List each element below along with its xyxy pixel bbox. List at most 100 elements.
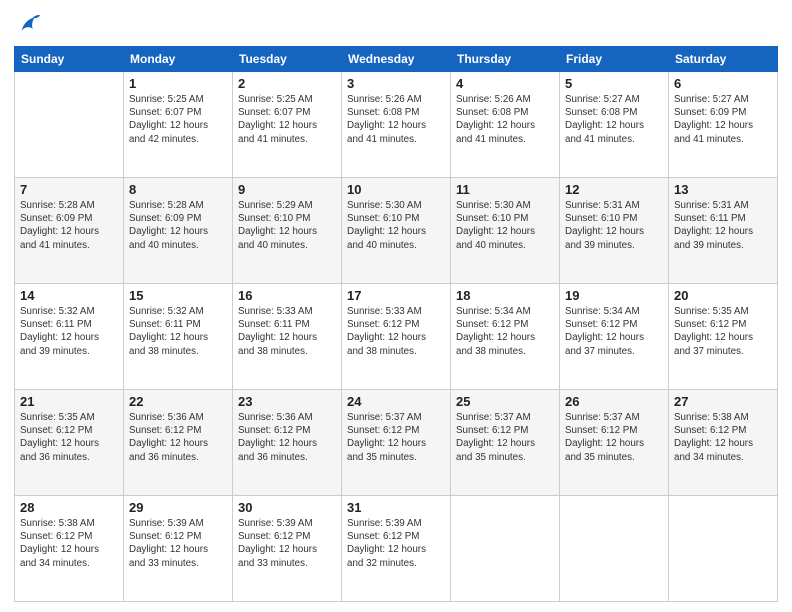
- calendar-cell: 28 Sunrise: 5:38 AM Sunset: 6:12 PM Dayli…: [15, 496, 124, 602]
- day-info: Sunrise: 5:27 AM Sunset: 6:09 PM Dayligh…: [674, 93, 772, 146]
- page: SundayMondayTuesdayWednesdayThursdayFrid…: [0, 0, 792, 612]
- calendar-header: SundayMondayTuesdayWednesdayThursdayFrid…: [15, 47, 778, 72]
- day-info: Sunrise: 5:31 AM Sunset: 6:11 PM Dayligh…: [674, 199, 772, 252]
- day-info: Sunrise: 5:33 AM Sunset: 6:12 PM Dayligh…: [347, 305, 445, 358]
- day-info: Sunrise: 5:37 AM Sunset: 6:12 PM Dayligh…: [347, 411, 445, 464]
- weekday-header-thursday: Thursday: [451, 47, 560, 72]
- calendar-cell: 6 Sunrise: 5:27 AM Sunset: 6:09 PM Daylig…: [669, 72, 778, 178]
- day-info: Sunrise: 5:39 AM Sunset: 6:12 PM Dayligh…: [238, 517, 336, 570]
- day-info: Sunrise: 5:29 AM Sunset: 6:10 PM Dayligh…: [238, 199, 336, 252]
- day-info: Sunrise: 5:38 AM Sunset: 6:12 PM Dayligh…: [674, 411, 772, 464]
- header: [14, 10, 778, 38]
- day-number: 19: [565, 288, 663, 303]
- logo: [14, 10, 46, 38]
- calendar-cell: 24 Sunrise: 5:37 AM Sunset: 6:12 PM Dayli…: [342, 390, 451, 496]
- calendar-cell: 4 Sunrise: 5:26 AM Sunset: 6:08 PM Daylig…: [451, 72, 560, 178]
- calendar-cell: 8 Sunrise: 5:28 AM Sunset: 6:09 PM Daylig…: [124, 178, 233, 284]
- day-info: Sunrise: 5:25 AM Sunset: 6:07 PM Dayligh…: [129, 93, 227, 146]
- calendar-cell: 12Sunrise: 5:31 AM Sunset: 6:10 PM Dayli…: [560, 178, 669, 284]
- day-number: 25: [456, 394, 554, 409]
- weekday-header-wednesday: Wednesday: [342, 47, 451, 72]
- calendar-cell: 17 Sunrise: 5:33 AM Sunset: 6:12 PM Dayli…: [342, 284, 451, 390]
- calendar-table: SundayMondayTuesdayWednesdayThursdayFrid…: [14, 46, 778, 602]
- day-number: 1: [129, 76, 227, 91]
- day-number: 26: [565, 394, 663, 409]
- day-number: 13: [674, 182, 772, 197]
- day-info: Sunrise: 5:35 AM Sunset: 6:12 PM Dayligh…: [674, 305, 772, 358]
- day-info: Sunrise: 5:34 AM Sunset: 6:12 PM Dayligh…: [565, 305, 663, 358]
- day-number: 31: [347, 500, 445, 515]
- day-number: 24: [347, 394, 445, 409]
- calendar-cell: 25 Sunrise: 5:37 AM Sunset: 6:12 PM Dayli…: [451, 390, 560, 496]
- day-number: 17: [347, 288, 445, 303]
- calendar-cell: 9Sunrise: 5:29 AM Sunset: 6:10 PM Daylig…: [233, 178, 342, 284]
- weekday-header-sunday: Sunday: [15, 47, 124, 72]
- day-number: 6: [674, 76, 772, 91]
- calendar-cell: [560, 496, 669, 602]
- day-number: 29: [129, 500, 227, 515]
- day-number: 23: [238, 394, 336, 409]
- calendar-cell: 26 Sunrise: 5:37 AM Sunset: 6:12 PM Dayli…: [560, 390, 669, 496]
- day-number: 8: [129, 182, 227, 197]
- day-number: 16: [238, 288, 336, 303]
- calendar-cell: 14 Sunrise: 5:32 AM Sunset: 6:11 PM Dayli…: [15, 284, 124, 390]
- calendar-cell: 7Sunrise: 5:28 AM Sunset: 6:09 PM Daylig…: [15, 178, 124, 284]
- weekday-header-saturday: Saturday: [669, 47, 778, 72]
- calendar-cell: [669, 496, 778, 602]
- day-number: 18: [456, 288, 554, 303]
- calendar-cell: 15Sunrise: 5:32 AM Sunset: 6:11 PM Dayli…: [124, 284, 233, 390]
- calendar-week-row: 28 Sunrise: 5:38 AM Sunset: 6:12 PM Dayli…: [15, 496, 778, 602]
- calendar-cell: 16 Sunrise: 5:33 AM Sunset: 6:11 PM Dayli…: [233, 284, 342, 390]
- calendar-cell: 1 Sunrise: 5:25 AM Sunset: 6:07 PM Daylig…: [124, 72, 233, 178]
- day-number: 20: [674, 288, 772, 303]
- day-number: 12: [565, 182, 663, 197]
- day-info: Sunrise: 5:36 AM Sunset: 6:12 PM Dayligh…: [129, 411, 227, 464]
- calendar-cell: 30 Sunrise: 5:39 AM Sunset: 6:12 PM Dayli…: [233, 496, 342, 602]
- calendar-cell: 10 Sunrise: 5:30 AM Sunset: 6:10 PM Dayli…: [342, 178, 451, 284]
- day-info: Sunrise: 5:33 AM Sunset: 6:11 PM Dayligh…: [238, 305, 336, 358]
- day-number: 4: [456, 76, 554, 91]
- calendar-cell: 20 Sunrise: 5:35 AM Sunset: 6:12 PM Dayli…: [669, 284, 778, 390]
- day-number: 14: [20, 288, 118, 303]
- day-number: 3: [347, 76, 445, 91]
- day-info: Sunrise: 5:34 AM Sunset: 6:12 PM Dayligh…: [456, 305, 554, 358]
- calendar-week-row: 14 Sunrise: 5:32 AM Sunset: 6:11 PM Dayli…: [15, 284, 778, 390]
- calendar-body: 1 Sunrise: 5:25 AM Sunset: 6:07 PM Daylig…: [15, 72, 778, 602]
- calendar-cell: [15, 72, 124, 178]
- day-number: 15: [129, 288, 227, 303]
- day-info: Sunrise: 5:39 AM Sunset: 6:12 PM Dayligh…: [129, 517, 227, 570]
- day-info: Sunrise: 5:37 AM Sunset: 6:12 PM Dayligh…: [565, 411, 663, 464]
- calendar-week-row: 21Sunrise: 5:35 AM Sunset: 6:12 PM Dayli…: [15, 390, 778, 496]
- day-info: Sunrise: 5:38 AM Sunset: 6:12 PM Dayligh…: [20, 517, 118, 570]
- day-number: 21: [20, 394, 118, 409]
- day-info: Sunrise: 5:32 AM Sunset: 6:11 PM Dayligh…: [20, 305, 118, 358]
- day-info: Sunrise: 5:26 AM Sunset: 6:08 PM Dayligh…: [347, 93, 445, 146]
- calendar-cell: 13 Sunrise: 5:31 AM Sunset: 6:11 PM Dayli…: [669, 178, 778, 284]
- day-number: 22: [129, 394, 227, 409]
- calendar-cell: 3 Sunrise: 5:26 AM Sunset: 6:08 PM Daylig…: [342, 72, 451, 178]
- weekday-header-monday: Monday: [124, 47, 233, 72]
- calendar-cell: 22 Sunrise: 5:36 AM Sunset: 6:12 PM Dayli…: [124, 390, 233, 496]
- calendar-cell: [451, 496, 560, 602]
- day-info: Sunrise: 5:28 AM Sunset: 6:09 PM Dayligh…: [20, 199, 118, 252]
- weekday-header-tuesday: Tuesday: [233, 47, 342, 72]
- day-info: Sunrise: 5:36 AM Sunset: 6:12 PM Dayligh…: [238, 411, 336, 464]
- day-number: 2: [238, 76, 336, 91]
- calendar-cell: 18 Sunrise: 5:34 AM Sunset: 6:12 PM Dayli…: [451, 284, 560, 390]
- day-number: 30: [238, 500, 336, 515]
- calendar-cell: 23 Sunrise: 5:36 AM Sunset: 6:12 PM Dayli…: [233, 390, 342, 496]
- day-number: 11: [456, 182, 554, 197]
- day-info: Sunrise: 5:26 AM Sunset: 6:08 PM Dayligh…: [456, 93, 554, 146]
- calendar-cell: 29 Sunrise: 5:39 AM Sunset: 6:12 PM Dayli…: [124, 496, 233, 602]
- day-info: Sunrise: 5:37 AM Sunset: 6:12 PM Dayligh…: [456, 411, 554, 464]
- calendar-cell: 11Sunrise: 5:30 AM Sunset: 6:10 PM Dayli…: [451, 178, 560, 284]
- day-number: 28: [20, 500, 118, 515]
- day-info: Sunrise: 5:30 AM Sunset: 6:10 PM Dayligh…: [347, 199, 445, 252]
- calendar-cell: 2 Sunrise: 5:25 AM Sunset: 6:07 PM Daylig…: [233, 72, 342, 178]
- calendar-week-row: 1 Sunrise: 5:25 AM Sunset: 6:07 PM Daylig…: [15, 72, 778, 178]
- day-number: 10: [347, 182, 445, 197]
- day-info: Sunrise: 5:28 AM Sunset: 6:09 PM Dayligh…: [129, 199, 227, 252]
- day-number: 27: [674, 394, 772, 409]
- day-info: Sunrise: 5:25 AM Sunset: 6:07 PM Dayligh…: [238, 93, 336, 146]
- weekday-header-friday: Friday: [560, 47, 669, 72]
